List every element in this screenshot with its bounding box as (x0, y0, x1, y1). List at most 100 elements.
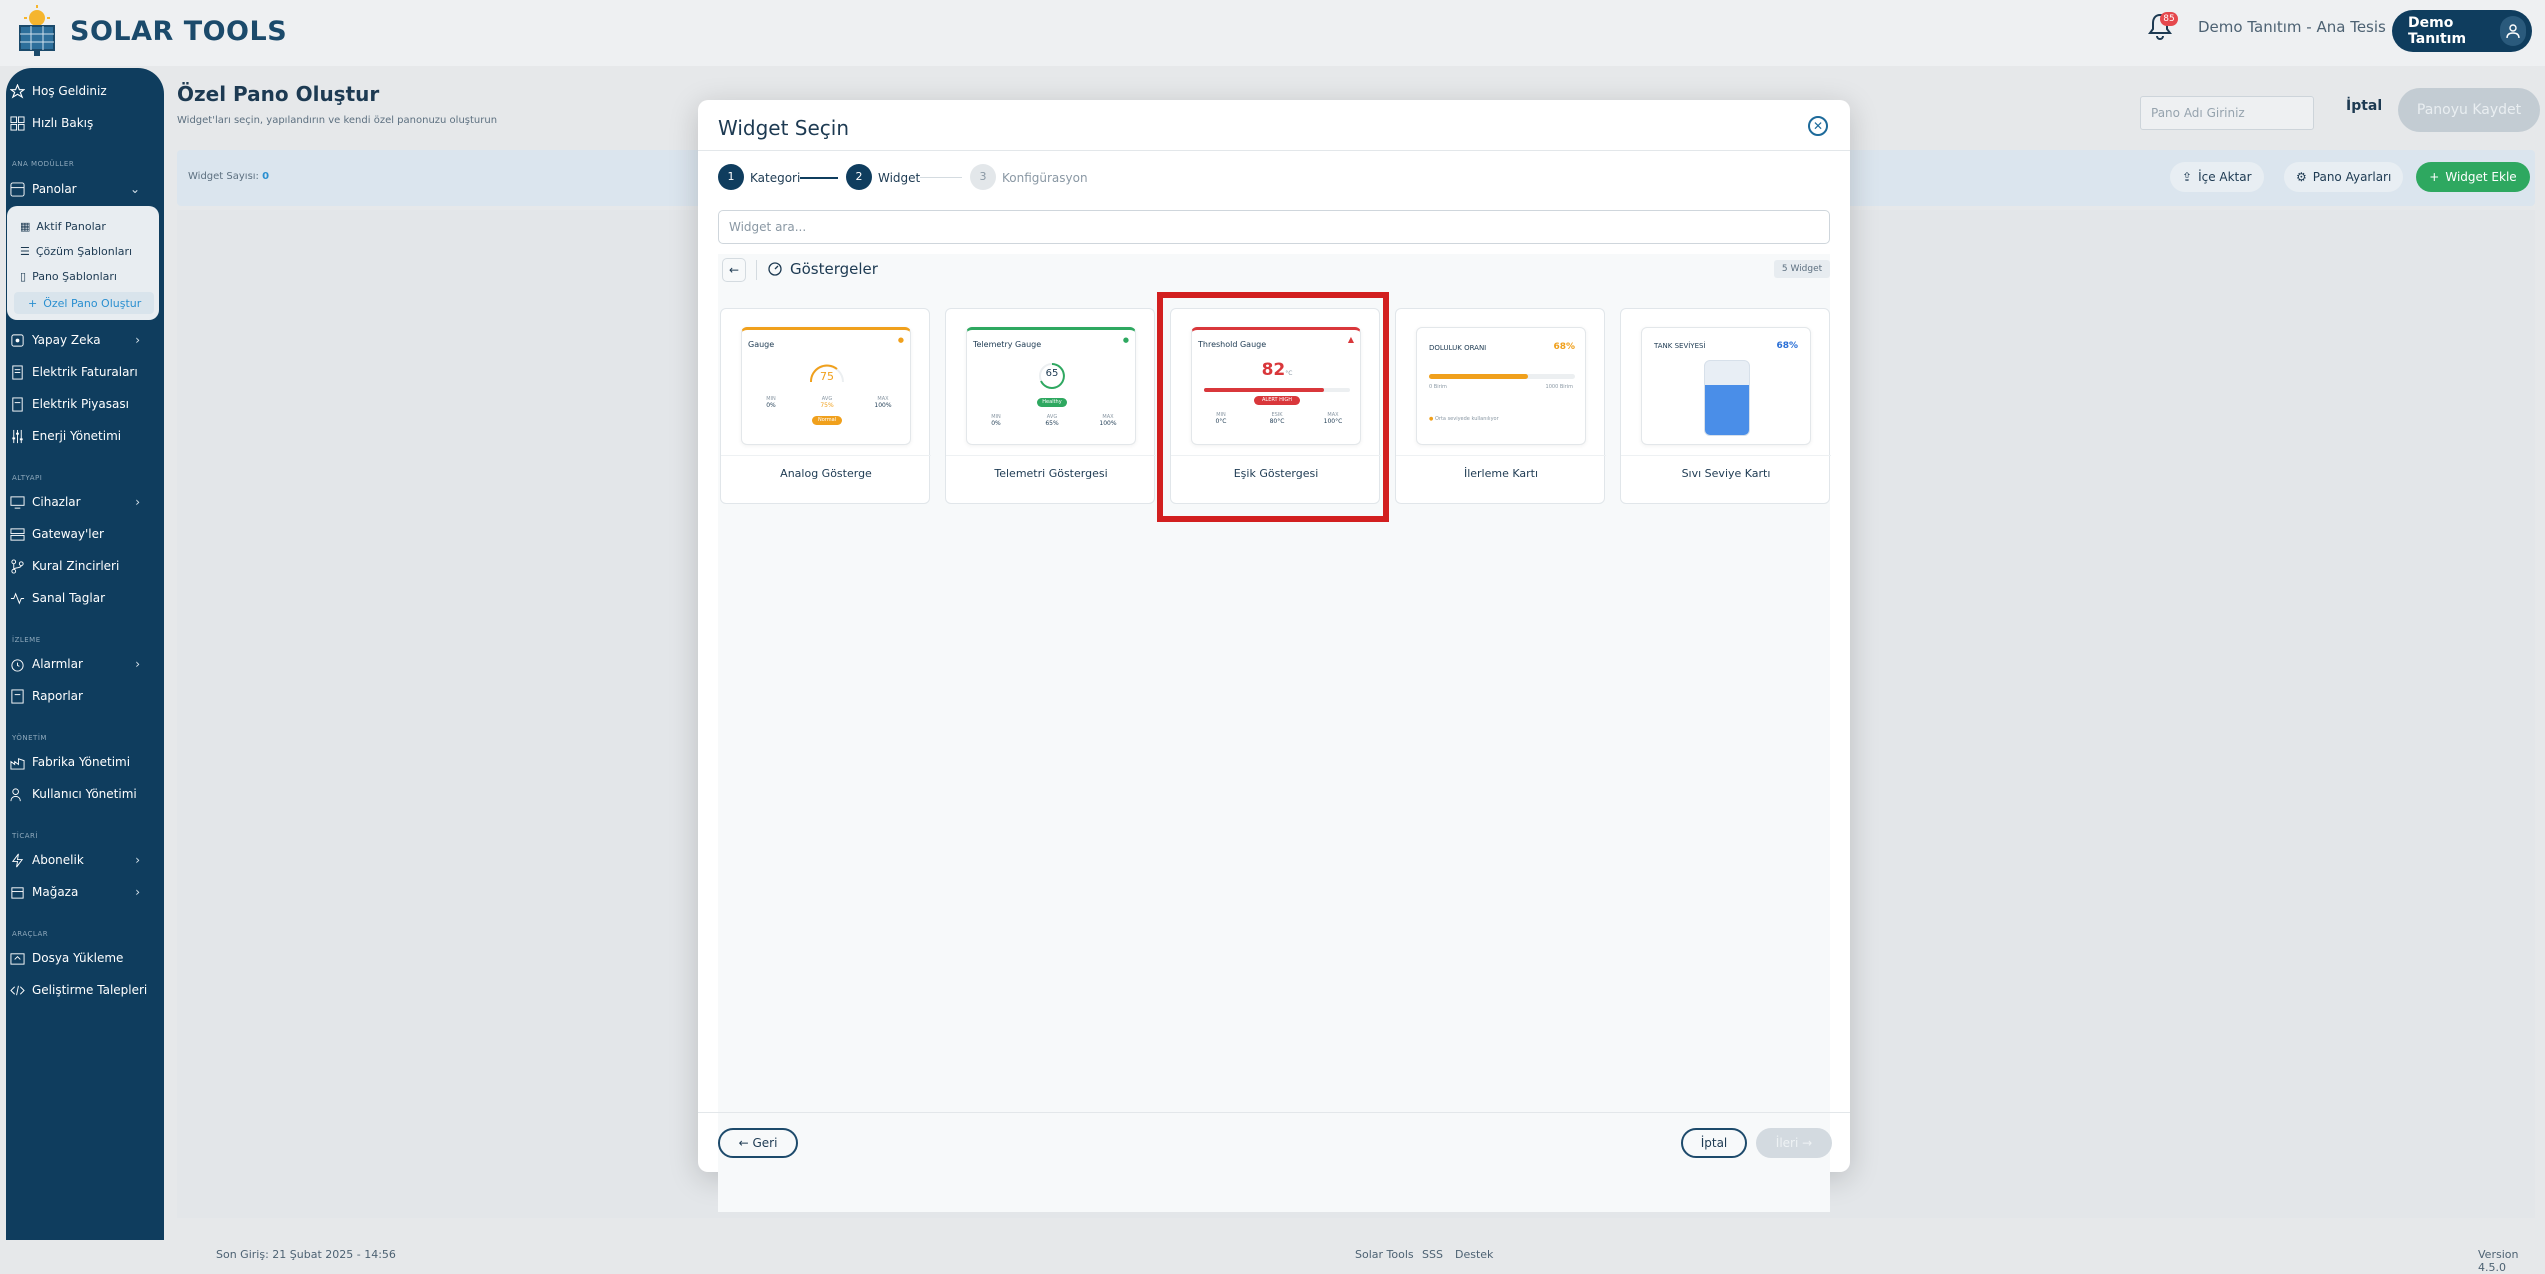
sidebar-subitem-dashboard-templates[interactable]: ▯ Pano Şablonları (20, 270, 117, 283)
category-widget-count: 5 Widget (1774, 260, 1830, 278)
version: Version 4.5.0 (2478, 1248, 2519, 1274)
footer-link-solar-tools[interactable]: Solar Tools (1355, 1248, 1414, 1261)
step-3-label[interactable]: Konfigürasyon (1002, 171, 1088, 185)
step-1-number[interactable]: 1 (718, 164, 744, 190)
sidebar-item-reports[interactable]: Raporlar (10, 685, 83, 707)
progress-max-label: 1000 Birim (1545, 384, 1573, 390)
market-icon (12, 396, 23, 412)
upload-icon (10, 952, 25, 965)
server-icon (10, 527, 25, 541)
sidebar-item-subscription[interactable]: Abonelik › (10, 849, 150, 871)
widget-preview: DOLULUK ORANI 68% 0 Birim 1000 Birim ● O… (1416, 327, 1586, 445)
sidebar-item-alarms[interactable]: Alarmlar › (10, 653, 150, 675)
sidebar-item-overview[interactable]: Hızlı Bakış (10, 112, 93, 134)
user-avatar-icon (2500, 16, 2526, 46)
sidebar-item-factory[interactable]: Fabrika Yönetimi (10, 751, 130, 773)
widget-card-progress[interactable]: DOLULUK ORANI 68% 0 Birim 1000 Birim ● O… (1395, 308, 1606, 504)
footer-link-faq[interactable]: SSS (1422, 1248, 1443, 1261)
cancel-button[interactable]: İptal (2346, 98, 2382, 114)
store-icon (11, 886, 24, 899)
divider (721, 455, 931, 456)
category-title: Göstergeler (768, 260, 878, 278)
level-value: 68% (1776, 341, 1798, 351)
stat-max: MAX 100% (874, 396, 892, 409)
sidebar-item-welcome[interactable]: Hoş Geldiniz (10, 80, 107, 102)
sliders-icon (12, 429, 23, 443)
step-3-number[interactable]: 3 (970, 164, 996, 190)
footer-link-support[interactable]: Destek (1455, 1248, 1493, 1261)
sidebar-subitem-custom-dashboard[interactable]: + Özel Pano Oluştur (14, 292, 154, 314)
sidebar-item-store[interactable]: Mağaza › (10, 881, 150, 903)
chevron-right-icon: › (135, 885, 140, 899)
dashboard-settings-button[interactable]: ⚙ Pano Ayarları (2284, 162, 2404, 192)
monitor-icon (10, 495, 25, 509)
import-button[interactable]: ⇪ İçe Aktar (2170, 162, 2264, 192)
step-2-number[interactable]: 2 (846, 164, 872, 190)
plus-icon: + (28, 296, 38, 310)
solar-panel-icon (19, 5, 55, 56)
gauge-value: 65 (1045, 368, 1059, 379)
sidebar-item-file-upload[interactable]: Dosya Yükleme (10, 947, 123, 969)
divider (698, 1112, 1850, 1113)
step-2-label[interactable]: Widget (878, 171, 920, 185)
divider (756, 260, 757, 280)
users-icon (10, 787, 21, 801)
chevron-right-icon: › (135, 333, 140, 347)
sidebar-subitem-solution-templates[interactable]: ☰ Çözüm Şablonları (20, 245, 132, 258)
dashboard-icon (10, 181, 25, 197)
status-badge: Healthy (1037, 398, 1067, 407)
divider (1396, 455, 1606, 456)
sidebar-item-panolar[interactable]: Panolar ⌄ (10, 178, 150, 200)
sidebar-subitem-active-dashboards[interactable]: ▦ Aktif Panolar (20, 220, 106, 233)
widget-card-telemetry-gauge[interactable]: Telemetry Gauge ● 65 Healthy MIN 0% AVG 65… (945, 308, 1156, 504)
lightning-icon (11, 853, 24, 867)
sidebar-section-commercial: TİCARİ (12, 832, 38, 840)
progress-value: 68% (1553, 342, 1575, 352)
sidebar-item-devices[interactable]: Cihazlar › (10, 491, 150, 513)
sidebar-item-dev-requests[interactable]: Geliştirme Talepleri (10, 979, 147, 1001)
close-icon[interactable]: ✕ (1808, 116, 1828, 136)
dashboard-name-input[interactable]: Pano Adı Giriniz (2140, 96, 2314, 130)
sidebar-item-gateways[interactable]: Gateway'ler (10, 523, 104, 545)
sidebar-item-virtual-tags[interactable]: Sanal Taglar (10, 587, 105, 609)
ai-icon (11, 333, 24, 347)
app-logo[interactable]: SOLAR TOOLS (14, 4, 287, 58)
gear-icon: ⚙ (2296, 170, 2307, 184)
sidebar-item-ai[interactable]: Yapay Zeka › (10, 329, 150, 351)
widget-search-input[interactable]: Widget ara... (718, 210, 1830, 244)
sidebar-item-users[interactable]: Kullanıcı Yönetimi (10, 783, 137, 805)
sidebar-item-rule-chains[interactable]: Kural Zincirleri (10, 555, 119, 577)
save-dashboard-button[interactable]: Panoyu Kaydet (2398, 88, 2540, 132)
tenant-selector[interactable]: Demo Tanıtım - Ana Tesis ⌄ (2198, 18, 2406, 36)
sidebar-item-bills[interactable]: Elektrik Faturaları (10, 361, 138, 383)
next-button[interactable]: İleri → (1756, 1128, 1832, 1158)
stat-min: MIN 0% (991, 414, 1001, 427)
gauge-icon (768, 262, 782, 276)
chevron-down-icon: ⌄ (129, 182, 140, 196)
user-menu-button[interactable]: Demo Tanıtım (2392, 10, 2532, 52)
divider (1621, 455, 1831, 456)
back-arrow-icon[interactable]: ← (722, 258, 746, 282)
step-1-label[interactable]: Kategori (750, 171, 800, 185)
branch-icon (11, 558, 24, 574)
widget-preview: Telemetry Gauge ● 65 Healthy MIN 0% AVG 65… (966, 327, 1136, 445)
widget-card-liquid-level[interactable]: TANK SEVİYESİ 68% Sıvı Seviye Kartı (1620, 308, 1831, 504)
alarm-clock-icon (11, 658, 24, 672)
progress-note: ● Orta seviyede kullanılıyor (1429, 416, 1499, 422)
add-widget-button[interactable]: + Widget Ekle (2416, 162, 2530, 192)
activity-icon (10, 592, 25, 604)
app-name: SOLAR TOOLS (70, 15, 288, 47)
progress-track (1429, 374, 1575, 379)
widget-card-analog-gauge[interactable]: Gauge ● 75 MIN 0% AVG 75% MAX 100% Normal A… (720, 308, 931, 504)
sidebar-item-market[interactable]: Elektrik Piyasası (10, 393, 129, 415)
plus-icon: + (2429, 170, 2440, 184)
widget-select-modal: Widget Seçin ✕ 1 Kategori 2 Widget 3 Kon… (698, 100, 1850, 1212)
back-button[interactable]: ← Geri (718, 1128, 798, 1158)
modal-cancel-button[interactable]: İptal (1681, 1128, 1747, 1158)
page-title: Özel Pano Oluştur (177, 82, 380, 106)
stat-min: MIN 0% (766, 396, 776, 409)
step-connector (920, 177, 962, 178)
sidebar-item-energy[interactable]: Enerji Yönetimi (10, 425, 121, 447)
progress-fill (1429, 374, 1529, 379)
tenant-label: Demo Tanıtım - Ana Tesis (2198, 18, 2386, 36)
